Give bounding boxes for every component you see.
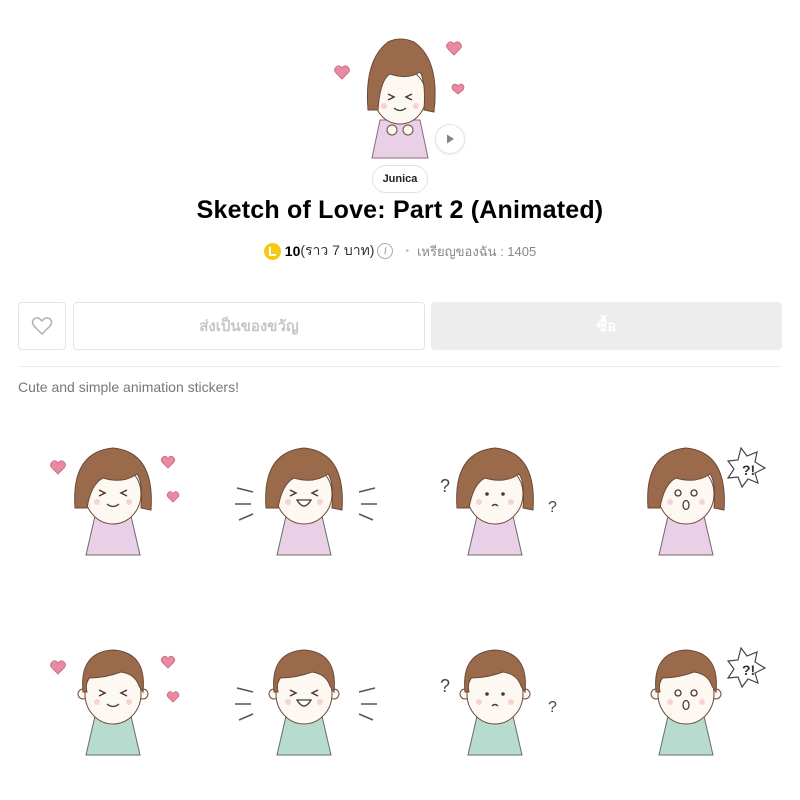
sticker-boy-shock[interactable]: ?! [591,620,782,770]
sticker-girl-laugh[interactable] [209,420,400,570]
divider [18,366,782,367]
favorite-button[interactable] [18,302,66,350]
my-coins-balance: เหรียญของฉัน : 1405 [416,243,537,259]
separator-dot: • [405,245,409,257]
price-approx: (ราว 7 บาท) [300,242,375,258]
sticker-girl-love[interactable] [18,420,209,570]
sticker-illustration [235,649,377,756]
sticker-illustration: ?? [440,649,557,756]
svg-text:?: ? [440,476,450,496]
sticker-illustration: ?! [647,446,767,556]
sticker-illustration: ?? [440,447,557,556]
info-icon[interactable]: i [377,243,394,259]
svg-text:?: ? [440,676,450,696]
svg-text:?!: ?! [742,462,755,478]
sticker-illustration [235,447,377,556]
heart-outline-icon [31,317,53,335]
sticker-illustration [50,649,180,756]
sticker-illustration [50,447,180,556]
sticker-girl-shock[interactable]: ?! [591,420,782,570]
sticker-boy-laugh[interactable] [209,620,400,770]
send-as-gift-button[interactable]: ส่งเป็นของขวัญ [73,302,425,350]
buy-button[interactable]: ซื้อ [431,302,782,350]
svg-text:?: ? [548,499,557,516]
description: Cute and simple animation stickers! [18,379,239,395]
sticker-boy-love[interactable] [18,620,209,770]
svg-text:?!: ?! [742,662,755,678]
sticker-boy-confused[interactable]: ?? [400,620,591,770]
price-amount: 10 [284,243,301,259]
play-icon [447,134,454,144]
author-badge[interactable]: Junica [372,165,428,193]
play-animation-button[interactable] [435,124,465,154]
coin-icon [263,242,281,260]
sticker-illustration: ?! [650,646,767,756]
sticker-title: Sketch of Love: Part 2 (Animated) [196,196,604,224]
price-row: 10 (ราว 7 บาท) i • เหรียญของฉัน : 1405 [0,240,800,262]
svg-text:?: ? [548,699,557,716]
sticker-girl-confused[interactable]: ?? [400,420,591,570]
